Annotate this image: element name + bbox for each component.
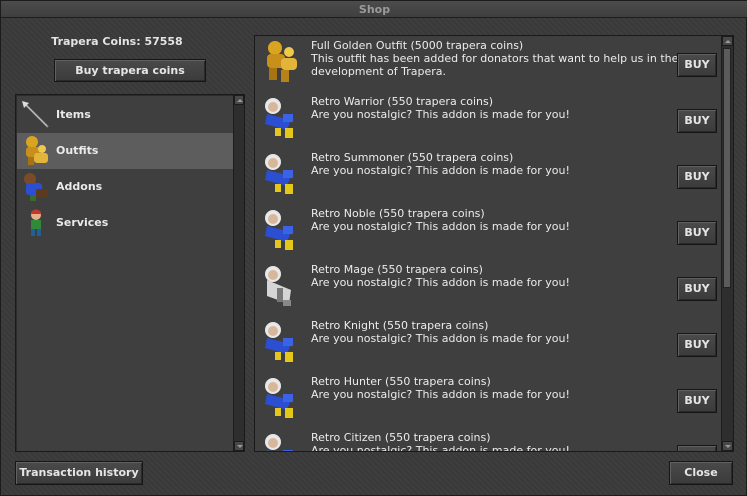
buy-button[interactable]: BUY	[677, 165, 717, 189]
retro-outfit-icon	[265, 154, 293, 194]
addon-outfit-icon	[24, 173, 48, 201]
buy-button[interactable]: BUY	[677, 333, 717, 357]
category-scrollbar[interactable]	[233, 95, 244, 451]
offer-title: Retro Citizen (550 trapera coins)	[311, 431, 491, 444]
retro-outfit-icon	[265, 210, 293, 250]
retro-outfit-icon	[265, 322, 293, 362]
scroll-up-icon[interactable]	[234, 95, 244, 105]
golden-outfit-icon	[267, 41, 297, 82]
category-list: Items Outfits Addons Services	[15, 94, 245, 452]
offer-description: Are you nostalgic? This addon is made fo…	[311, 164, 570, 177]
category-label: Outfits	[56, 144, 99, 157]
shop-window: Shop Trapera Coins: 57558 Buy trapera co…	[0, 0, 747, 496]
offer-description: Are you nostalgic? This addon is made fo…	[311, 444, 570, 451]
buy-button[interactable]: BUY	[677, 277, 717, 301]
category-label: Addons	[56, 180, 103, 193]
offer-title: Retro Hunter (550 trapera coins)	[311, 375, 491, 388]
window-title: Shop	[1, 1, 747, 18]
scroll-thumb[interactable]	[723, 48, 731, 288]
coin-balance: Trapera Coins: 57558	[51, 35, 183, 48]
offer-panel: Full Golden Outfit (5000 trapera coins) T…	[254, 35, 734, 452]
buy-button[interactable]: BUY	[677, 445, 717, 451]
close-button[interactable]: Close	[669, 461, 733, 485]
transaction-history-button[interactable]: Transaction history	[15, 461, 143, 485]
offer-title: Full Golden Outfit (5000 trapera coins)	[311, 39, 524, 52]
category-item-addons[interactable]: Addons	[17, 169, 233, 205]
offer-row: Retro Noble (550 trapera coins) Are you n…	[255, 204, 721, 260]
offer-title: Retro Warrior (550 trapera coins)	[311, 95, 494, 108]
buy-button[interactable]: BUY	[677, 109, 717, 133]
offer-title: Retro Knight (550 trapera coins)	[311, 319, 489, 332]
offer-description: Are you nostalgic? This addon is made fo…	[311, 108, 570, 121]
offer-row: Retro Knight (550 trapera coins) Are you …	[255, 316, 721, 372]
category-label: Services	[56, 216, 109, 229]
category-item-outfits[interactable]: Outfits	[17, 133, 233, 169]
buy-button[interactable]: BUY	[677, 221, 717, 245]
retro-outfit-icon	[265, 434, 293, 451]
spear-icon	[22, 101, 49, 128]
retro-mage-outfit-icon	[265, 266, 291, 306]
scroll-down-icon[interactable]	[234, 441, 244, 451]
scroll-up-icon[interactable]	[722, 36, 733, 46]
category-item-services[interactable]: Services	[17, 205, 233, 241]
offer-title: Retro Mage (550 trapera coins)	[311, 263, 483, 276]
category-item-items[interactable]: Items	[17, 97, 233, 133]
offer-scrollbar[interactable]	[721, 36, 733, 451]
character-icon	[31, 209, 41, 236]
offer-description: Are you nostalgic? This addon is made fo…	[311, 332, 570, 345]
buy-coins-button[interactable]: Buy trapera coins	[54, 59, 206, 82]
offer-list: Full Golden Outfit (5000 trapera coins) T…	[255, 36, 721, 451]
buy-button[interactable]: BUY	[677, 53, 717, 77]
offer-title: Retro Summoner (550 trapera coins)	[311, 151, 514, 164]
buy-button[interactable]: BUY	[677, 389, 717, 413]
offer-row: Retro Hunter (550 trapera coins) Are you …	[255, 372, 721, 428]
offer-row: Retro Mage (550 trapera coins) Are you no…	[255, 260, 721, 316]
offer-row: Retro Warrior (550 trapera coins) Are you…	[255, 92, 721, 148]
scroll-down-icon[interactable]	[722, 441, 733, 451]
offer-row: Retro Summoner (550 trapera coins) Are yo…	[255, 148, 721, 204]
golden-outfit-icon	[26, 136, 48, 165]
offer-description: Are you nostalgic? This addon is made fo…	[311, 388, 570, 401]
offer-row: Full Golden Outfit (5000 trapera coins) T…	[255, 36, 721, 92]
retro-outfit-icon	[265, 378, 293, 418]
offer-row: Retro Citizen (550 trapera coins) Are you…	[255, 428, 721, 451]
offer-title: Retro Noble (550 trapera coins)	[311, 207, 485, 220]
retro-outfit-icon	[265, 98, 293, 138]
offer-description: Are you nostalgic? This addon is made fo…	[311, 276, 570, 289]
offer-description: Are you nostalgic? This addon is made fo…	[311, 220, 570, 233]
offer-description: This outfit has been added for donators …	[311, 52, 679, 78]
category-label: Items	[56, 108, 91, 121]
